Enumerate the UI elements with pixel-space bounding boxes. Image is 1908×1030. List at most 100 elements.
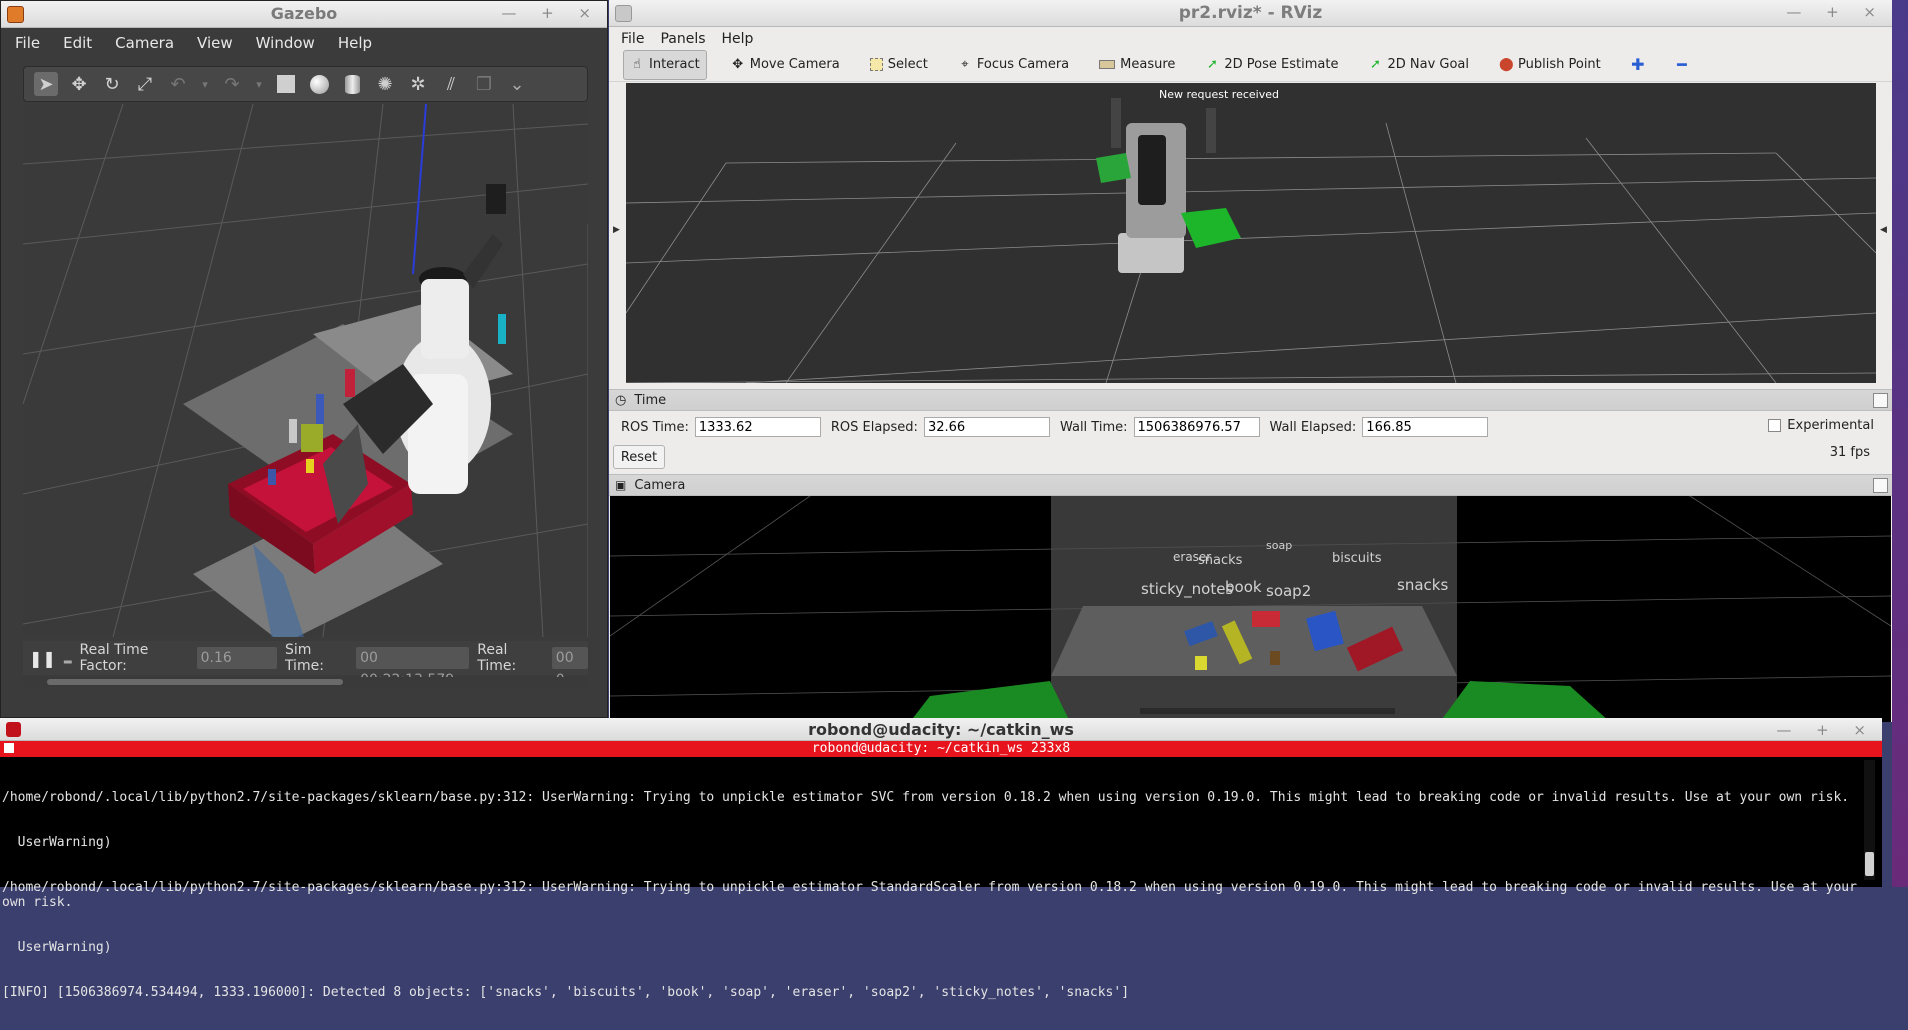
green-arrow-icon: ➚ [1370, 56, 1381, 72]
ros-elapsed-field[interactable] [923, 417, 1050, 437]
scrollbar-thumb[interactable] [1865, 852, 1874, 876]
remove-tool-button[interactable]: ━ [1669, 51, 1695, 79]
camera-label-soap: soap [1266, 539, 1292, 552]
scrollbar-thumb[interactable] [47, 679, 343, 685]
tool-move-camera[interactable]: ✥ Move Camera [725, 51, 846, 79]
terminal-window-controls[interactable]: — + × [1776, 721, 1876, 739]
wall-time-field[interactable] [1133, 417, 1260, 437]
tool-select[interactable]: Select [864, 51, 934, 79]
gazebo-menu-window[interactable]: Window [256, 34, 315, 52]
experimental-label: Experimental [1787, 418, 1874, 433]
rviz-window-controls[interactable]: — + × [1786, 3, 1886, 21]
redo-dropdown-icon[interactable]: ▾ [253, 72, 265, 96]
tool-publish-point[interactable]: ⬤ Publish Point [1493, 51, 1607, 79]
terminal-window: robond@udacity: ~/catkin_ws — + × robond… [0, 718, 1882, 1000]
sphere-shape-icon[interactable] [307, 72, 331, 96]
terminal-scrollbar[interactable] [1864, 760, 1875, 880]
experimental-checkbox[interactable] [1768, 419, 1782, 432]
add-tool-button[interactable]: ✚ [1625, 51, 1651, 79]
wall-elapsed-label: Wall Elapsed: [1269, 419, 1357, 435]
sim-time-value: 00 00:22:13.579 [356, 647, 470, 688]
camera-panel-header: ▣ Camera [609, 474, 1892, 496]
real-time-value: 00 0 [551, 647, 588, 688]
copy-icon[interactable]: ❐ [472, 72, 496, 96]
pause-icon[interactable]: ❚❚ [29, 649, 56, 668]
point-light-icon[interactable]: ✺ [373, 72, 397, 96]
tool-interact[interactable]: ☝ Interact [623, 49, 707, 80]
box-shape-icon[interactable] [274, 72, 298, 96]
tool-measure-label: Measure [1120, 57, 1176, 72]
select-arrow-icon[interactable]: ➤ [34, 72, 58, 96]
camera-image-view[interactable]: eraser snacks soap biscuits sticky_notes… [610, 496, 1891, 722]
gazebo-menu-camera[interactable]: Camera [115, 34, 174, 52]
terminal-line: [INFO] [1506386974.534494, 1333.196000]:… [2, 985, 1130, 1000]
gazebo-menu-help[interactable]: Help [338, 34, 372, 52]
time-fields-row: ROS Time: ROS Elapsed: Wall Time: Wall E… [609, 411, 1892, 437]
ruler-icon [1099, 60, 1116, 69]
step-icon[interactable]: ▂ [64, 653, 72, 664]
experimental-toggle[interactable]: Experimental [1768, 418, 1874, 433]
focus-crosshair-icon: ⌖ [961, 56, 969, 72]
ros-elapsed-label: ROS Elapsed: [830, 419, 918, 435]
right-panel-collapse-icon[interactable]: ◀ [1880, 225, 1887, 235]
rviz-menu-file[interactable]: File [621, 31, 644, 47]
time-panel-close-button[interactable] [1873, 393, 1888, 408]
left-panel-collapse-icon[interactable]: ▶ [613, 225, 620, 235]
reset-button[interactable]: Reset [613, 445, 665, 469]
camera-label-sticky-notes: sticky_notes [1141, 580, 1233, 599]
rviz-titlebar[interactable]: pr2.rviz* - RViz — + × [609, 0, 1892, 27]
rviz-menu-help[interactable]: Help [722, 31, 754, 47]
translate-icon[interactable]: ✥ [67, 72, 91, 96]
gazebo-titlebar[interactable]: Gazebo — + × [1, 1, 607, 28]
gazebo-menubar: File Edit Camera View Window Help [1, 28, 607, 58]
tool-measure[interactable]: Measure [1093, 51, 1181, 79]
terminal-titlebar[interactable]: robond@udacity: ~/catkin_ws — + × [0, 718, 1882, 741]
camera-panel-title: Camera [634, 477, 686, 493]
ros-time-field[interactable] [694, 417, 821, 437]
cylinder-shape-icon[interactable] [340, 72, 364, 96]
ros-time-label: ROS Time: [621, 419, 689, 435]
camera-label-biscuits: biscuits [1332, 551, 1382, 566]
gazebo-window-controls[interactable]: — + × [501, 4, 601, 22]
real-time-label: Real Time: [477, 642, 517, 674]
tool-2d-pose-estimate-label: 2D Pose Estimate [1224, 57, 1339, 72]
wall-elapsed-field[interactable] [1362, 417, 1489, 437]
scale-icon[interactable]: ⤢ [133, 72, 157, 96]
rotate-icon[interactable]: ↻ [100, 72, 124, 96]
gazebo-3d-viewport[interactable] [23, 104, 588, 637]
redo-icon[interactable]: ↷ [220, 72, 244, 96]
spot-light-icon[interactable]: ✲ [406, 72, 430, 96]
gazebo-toolbar: ➤ ✥ ↻ ⤢ ↶ ▾ ↷ ▾ ✺ ✲ ⫽ ❐ ⌄ [23, 66, 588, 102]
tool-focus-camera-label: Focus Camera [976, 57, 1070, 72]
terminal-line: UserWarning) [2, 835, 112, 850]
camera-panel-close-button[interactable] [1873, 478, 1888, 493]
tool-focus-camera[interactable]: ⌖ Focus Camera [952, 51, 1075, 79]
gazebo-menu-file[interactable]: File [15, 34, 40, 52]
undo-icon[interactable]: ↶ [166, 72, 190, 96]
rtf-label: Real Time Factor: [79, 642, 149, 674]
rviz-3d-view[interactable]: New request received [626, 83, 1876, 383]
move-arrows-icon: ✥ [732, 56, 744, 72]
rtf-value: 0.16 [196, 647, 277, 669]
undo-dropdown-icon[interactable]: ▾ [199, 72, 211, 96]
rviz-overlay-text: New request received [1159, 88, 1279, 101]
time-panel: ◷ Time ROS Time: ROS Elapsed: Wall Time:… [609, 389, 1892, 469]
directional-light-icon[interactable]: ⫽ [439, 72, 463, 96]
terminal-line: /home/robond/.local/lib/python2.7/site-p… [2, 880, 1865, 910]
toolbar-more-icon[interactable]: ⌄ [505, 72, 529, 96]
tool-2d-nav-goal-label: 2D Nav Goal [1387, 57, 1470, 72]
gazebo-status-bar: ❚❚ ▂ Real Time Factor: 0.16 Sim Time: 00… [23, 641, 588, 688]
gazebo-menu-view[interactable]: View [197, 34, 233, 52]
gazebo-menu-edit[interactable]: Edit [63, 34, 92, 52]
hand-pointer-icon: ☝ [633, 56, 641, 72]
gazebo-horizontal-scrollbar[interactable] [23, 677, 588, 687]
sim-time-label: Sim Time: [284, 642, 324, 674]
plus-icon: ✚ [1631, 54, 1645, 74]
rviz-window: pr2.rviz* - RViz — + × File Panels Help … [609, 0, 1892, 722]
tool-publish-point-label: Publish Point [1518, 57, 1601, 72]
tool-2d-nav-goal[interactable]: ➚ 2D Nav Goal [1362, 51, 1475, 79]
green-arrow-icon: ➚ [1206, 56, 1218, 72]
terminal-output[interactable]: /home/robond/.local/lib/python2.7/site-p… [2, 760, 1862, 1030]
rviz-menu-panels[interactable]: Panels [660, 31, 705, 47]
tool-2d-pose-estimate[interactable]: ➚ 2D Pose Estimate [1199, 51, 1344, 79]
